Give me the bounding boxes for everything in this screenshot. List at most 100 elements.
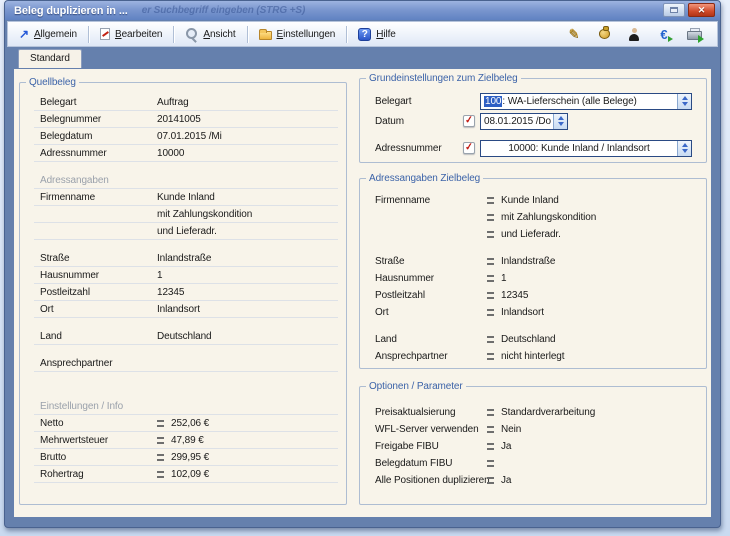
field-value: Inlandsort — [157, 304, 200, 315]
folder-icon — [259, 31, 272, 40]
control-row-datum: Datum ✓ 08.01.2015 /Do — [375, 112, 696, 130]
equals-icon — [157, 471, 164, 478]
field-label: Belegart — [40, 97, 157, 108]
dialog-beleg-duplizieren: Beleg duplizieren in ... er Suchbegriff … — [4, 0, 721, 528]
field-row-brutto: Brutto 299,95 € — [34, 449, 338, 466]
menu-einstellungen[interactable]: Einstellungen — [252, 26, 343, 42]
toolbar-separator — [346, 26, 347, 43]
field-row-freigabe-fibu: Freigabe FIBU Ja — [375, 438, 706, 455]
equals-icon — [487, 336, 494, 343]
group-title-grundeinstellungen: Grundeinstellungen zum Zielbeleg — [366, 73, 521, 84]
sign-hand-pen-icon[interactable]: ✎ — [565, 26, 583, 42]
menu-hilfe[interactable]: ? Hilfe — [351, 26, 403, 43]
belegart-spinner-button[interactable] — [677, 94, 691, 109]
check-icon: ✓ — [464, 116, 473, 127]
title-bar[interactable]: Beleg duplizieren in ... er Suchbegriff … — [5, 1, 720, 20]
print-export-icon[interactable] — [685, 26, 703, 42]
adressnummer-spinner-button[interactable] — [677, 141, 691, 156]
field-label: Adressnummer — [375, 143, 463, 154]
equals-icon — [487, 231, 494, 238]
control-row-belegart: Belegart 100 : WA-Lieferschein (alle Bel… — [375, 92, 696, 110]
spin-up-icon — [558, 116, 564, 120]
euro-refresh-icon[interactable]: € — [655, 26, 673, 42]
field-label: Straße — [40, 253, 157, 264]
equals-icon — [157, 454, 164, 461]
equals-icon — [157, 420, 164, 427]
field-label: Ort — [40, 304, 157, 315]
control-row-adressnummer: Adressnummer ✓ 10000: Kunde Inland / Inl… — [375, 139, 696, 157]
adressangaben-rows: Firmenname Kunde Inland mit Zahlungskond… — [360, 184, 706, 365]
group-optionen-parameter: Optionen / Parameter Preisaktualsierung … — [359, 381, 707, 505]
spin-down-icon — [558, 122, 564, 126]
close-button[interactable]: ✕ — [688, 3, 715, 17]
equals-icon — [487, 309, 494, 316]
field-row-firmenname: Firmenname Kunde Inland — [34, 189, 338, 206]
field-value: 20141005 — [157, 114, 201, 125]
menu-label-einstellungen: Einstellungen — [277, 29, 336, 40]
field-value: Ja — [501, 441, 511, 452]
field-row-firmenname-2: mit Zahlungskondition — [375, 209, 706, 226]
money-bag-icon[interactable] — [595, 26, 613, 42]
field-row-ort: Ort Inlandsort — [34, 301, 338, 318]
equals-icon — [487, 353, 494, 360]
field-row-belegdatum-fibu: Belegdatum FIBU — [375, 455, 706, 472]
menu-label-hilfe: Hilfe — [376, 29, 396, 40]
datum-spinner-button[interactable] — [553, 114, 567, 129]
tab-label: Standard — [30, 53, 70, 64]
field-value: Inlandstraße — [157, 253, 211, 264]
field-label: Hausnummer — [375, 273, 487, 284]
dialog-content: Quellbeleg Belegart Auftrag Belegnummer … — [14, 69, 711, 517]
adressnummer-checkbox[interactable]: ✓ — [463, 142, 475, 154]
person-icon[interactable] — [625, 26, 643, 42]
field-label: Ort — [375, 307, 487, 318]
field-row-land: Land Deutschland — [375, 331, 706, 348]
field-row-firmenname-3: und Lieferadr. — [375, 226, 706, 243]
field-row-netto: Netto 252,06 € — [34, 415, 338, 432]
menu-allgemein[interactable]: ↗ Allgemein — [12, 25, 84, 43]
field-row-mehrwertsteuer: Mehrwertsteuer 47,89 € — [34, 432, 338, 449]
group-quellbeleg: Quellbeleg Belegart Auftrag Belegnummer … — [19, 77, 347, 505]
equals-icon — [157, 437, 164, 444]
background-search-hint: er Suchbegriff eingeben (STRG +S) — [142, 5, 306, 16]
menu-bearbeiten[interactable]: Bearbeiten — [93, 26, 169, 42]
field-value: Inlandsort — [501, 307, 544, 318]
field-row-strasse: Straße Inlandstraße — [34, 250, 338, 267]
arrow-up-right-icon: ↗ — [19, 27, 29, 41]
euro-glyph: € — [660, 27, 667, 42]
field-row-firmenname-3: und Lieferadr. — [34, 223, 338, 240]
equals-icon — [487, 426, 494, 433]
adressnummer-field[interactable]: 10000: Kunde Inland / Inlandsort — [480, 140, 692, 157]
toolbar-separator — [173, 26, 174, 43]
spin-down-icon — [682, 102, 688, 106]
spin-down-icon — [682, 149, 688, 153]
desktop-background: Beleg duplizieren in ... er Suchbegriff … — [0, 0, 730, 536]
field-row-belegdatum: Belegdatum 07.01.2015 /Mi — [34, 128, 338, 145]
equals-icon — [487, 443, 494, 450]
tab-standard[interactable]: Standard — [18, 49, 82, 68]
field-label: Belegnummer — [40, 114, 157, 125]
field-value: 10000 — [157, 148, 184, 159]
field-row-wfl-server: WFL-Server verwenden Nein — [375, 421, 706, 438]
group-title-optionen-parameter: Optionen / Parameter — [366, 381, 466, 392]
field-value: 1 — [501, 273, 506, 284]
field-label: Land — [40, 331, 157, 342]
field-value: Deutschland — [501, 334, 556, 345]
field-row-hausnummer: Hausnummer 1 — [34, 267, 338, 284]
help-icon: ? — [358, 28, 371, 41]
belegart-combobox[interactable]: 100 : WA-Lieferschein (alle Belege) — [480, 93, 692, 110]
datum-field[interactable]: 08.01.2015 /Do — [480, 113, 568, 130]
restore-button[interactable] — [663, 3, 685, 17]
field-row-belegnummer: Belegnummer 20141005 — [34, 111, 338, 128]
menu-ansicht[interactable]: Ansicht — [178, 26, 242, 43]
field-value: 252,06 € — [171, 418, 209, 429]
field-label: Datum — [375, 116, 463, 127]
field-row-hausnummer: Hausnummer 1 — [375, 270, 706, 287]
datum-checkbox[interactable]: ✓ — [463, 115, 475, 127]
combobox-text: : WA-Lieferschein (alle Belege) — [502, 96, 636, 107]
field-value: Nein — [501, 424, 521, 435]
check-icon: ✓ — [464, 143, 473, 154]
field-label: Ansprechpartner — [375, 351, 487, 362]
field-value: 12345 — [501, 290, 528, 301]
field-label: Postleitzahl — [40, 287, 157, 298]
equals-icon — [487, 292, 494, 299]
